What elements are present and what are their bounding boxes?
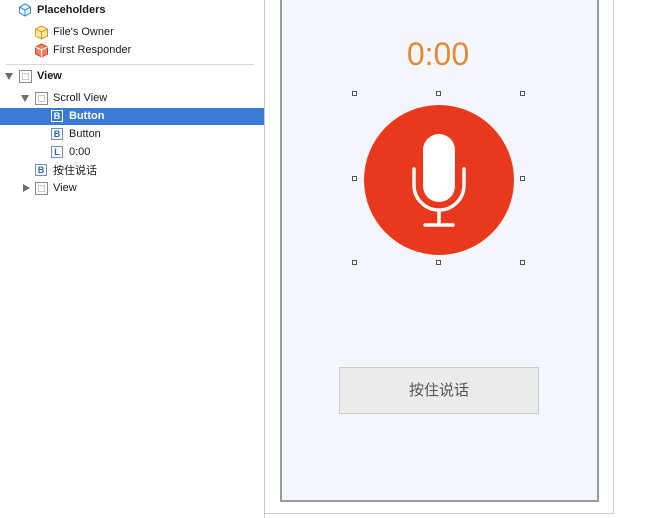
resize-handle-bottom-right[interactable] — [520, 260, 525, 265]
view-icon — [19, 70, 32, 83]
first-responder-label: First Responder — [53, 44, 132, 56]
disclosure-down-icon[interactable] — [21, 95, 29, 102]
view-icon — [35, 92, 48, 105]
button-label: Button — [69, 128, 101, 140]
label-icon: L — [51, 146, 63, 158]
first-responder-icon — [34, 43, 48, 58]
outline-divider — [6, 64, 254, 65]
disclosure-right-icon[interactable] — [23, 184, 30, 192]
outline-button-selected[interactable]: B Button — [0, 108, 264, 125]
outline-first-responder[interactable]: First Responder — [0, 42, 264, 59]
resize-handle-right[interactable] — [520, 176, 525, 181]
button-icon: B — [35, 164, 47, 176]
outline-placeholders[interactable]: Placeholders — [0, 2, 264, 19]
outline-button[interactable]: B Button — [0, 126, 264, 143]
outline-view[interactable]: View — [0, 68, 264, 85]
disclosure-down-icon[interactable] — [5, 73, 13, 80]
button-icon: B — [51, 128, 63, 140]
subview-label: View — [53, 182, 77, 194]
outline-subview[interactable]: View — [0, 180, 264, 197]
resize-handle-top-right[interactable] — [520, 91, 525, 96]
cube-icon — [34, 25, 48, 40]
label-label: 0:00 — [69, 146, 91, 158]
outline-scroll-view[interactable]: Scroll View — [0, 90, 264, 107]
outline-hold-button[interactable]: B 按住说话 — [0, 162, 264, 179]
microphone-icon — [412, 134, 466, 227]
record-button[interactable] — [364, 105, 514, 255]
resize-handle-bottom-left[interactable] — [352, 260, 357, 265]
button-label: Button — [69, 110, 105, 122]
resize-handle-left[interactable] — [352, 176, 357, 181]
cube-icon — [18, 3, 31, 17]
button-icon: B — [51, 110, 63, 122]
resize-handle-top[interactable] — [436, 91, 441, 96]
outline-files-owner[interactable]: File's Owner — [0, 24, 264, 41]
xcode-interface-builder: Placeholders File's Owner First Responde… — [0, 0, 647, 518]
hold-button-label: 按住说话 — [53, 164, 97, 177]
resize-handle-top-left[interactable] — [352, 91, 357, 96]
scroll-view-label: Scroll View — [53, 92, 108, 104]
placeholders-label: Placeholders — [37, 4, 106, 16]
document-outline: Placeholders File's Owner First Responde… — [0, 0, 264, 518]
timer-label[interactable]: 0:00 — [388, 36, 488, 73]
view-icon — [35, 182, 48, 195]
resize-handle-bottom[interactable] — [436, 260, 441, 265]
files-owner-label: File's Owner — [53, 26, 114, 38]
hold-to-talk-button[interactable]: 按住说话 — [339, 367, 539, 414]
outline-label[interactable]: L 0:00 — [0, 144, 264, 161]
view-label: View — [37, 70, 62, 82]
